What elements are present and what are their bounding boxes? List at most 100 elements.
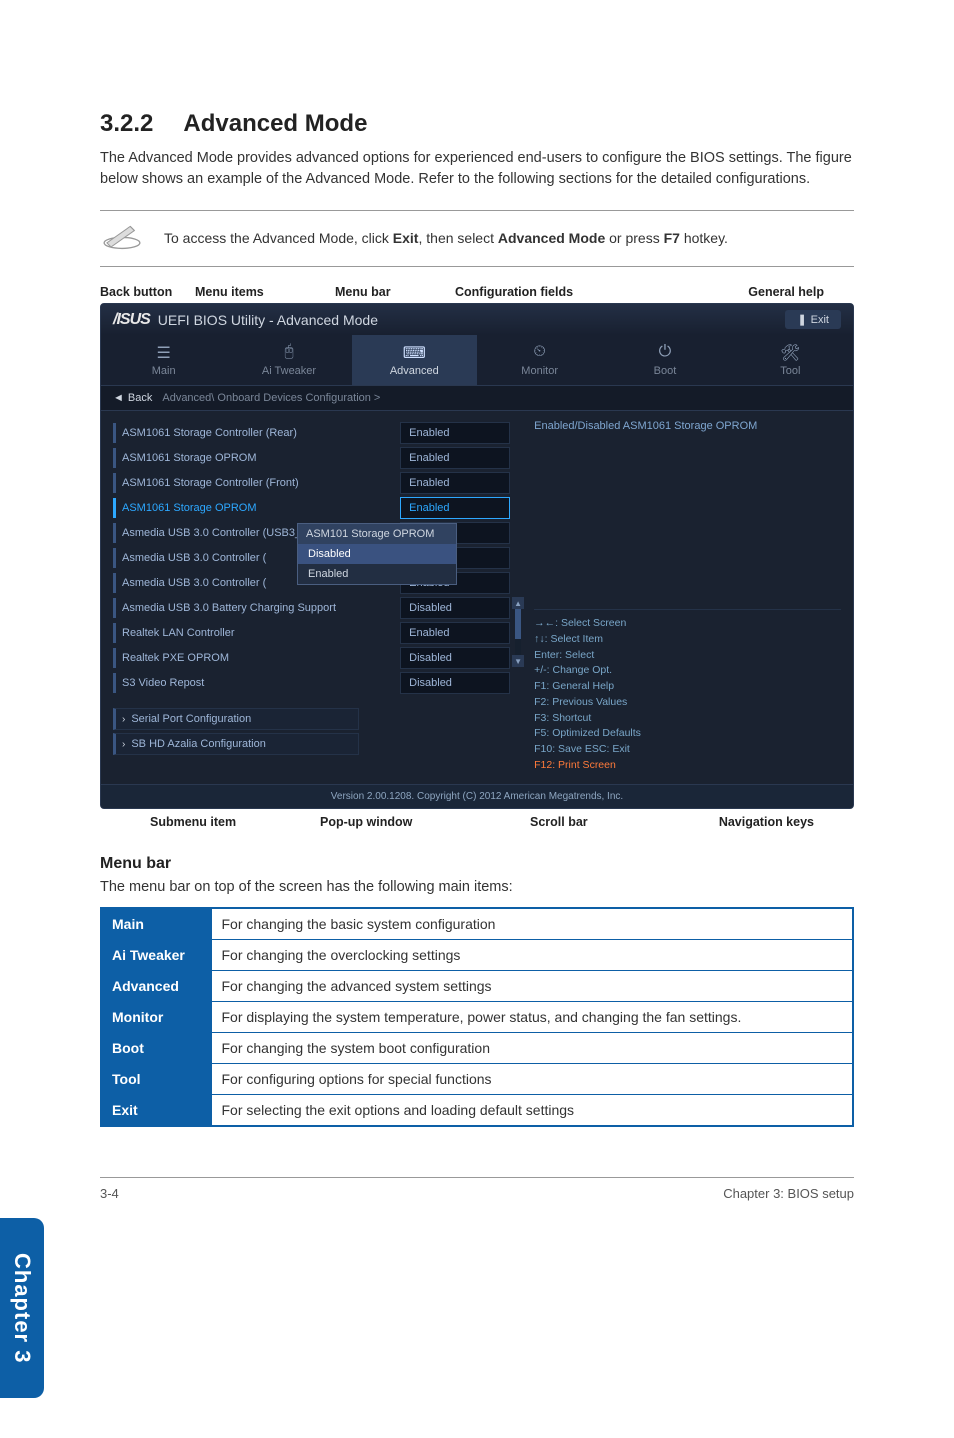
table-key: Main: [101, 908, 211, 940]
config-row[interactable]: Realtek PXE OPROMDisabled: [113, 647, 510, 669]
tab-ai-tweaker[interactable]: 🖰 Ai Tweaker: [226, 335, 351, 385]
back-label: Back: [128, 392, 152, 404]
bios-screenshot: /ISUS UEFI BIOS Utility - Advanced Mode …: [100, 303, 854, 809]
section-title: Advanced Mode: [183, 110, 367, 137]
table-row: BootFor changing the system boot configu…: [101, 1032, 853, 1063]
config-value[interactable]: Disabled: [400, 672, 510, 694]
tweaker-icon: 🖰: [230, 343, 347, 361]
table-row: MainFor changing the basic system config…: [101, 908, 853, 940]
table-val: For changing the advanced system setting…: [211, 970, 853, 1001]
label-scroll-bar: Scroll bar: [470, 815, 630, 829]
tab-advanced[interactable]: ⌨ Advanced: [352, 335, 477, 385]
table-row: Ai TweakerFor changing the overclocking …: [101, 939, 853, 970]
chapter-title-footer: Chapter 3: BIOS setup: [723, 1186, 854, 1201]
tab-boot[interactable]: ⏻ Boot: [602, 335, 727, 385]
breadcrumb-bar: ◄ Back Advanced\ Onboard Devices Configu…: [101, 386, 853, 411]
note-callout: To access the Advanced Mode, click Exit,…: [100, 210, 854, 267]
nav-key-line: +/-: Change Opt.: [534, 663, 841, 679]
table-key: Monitor: [101, 1001, 211, 1032]
nav-key-line: F2: Previous Values: [534, 695, 841, 711]
config-label: ASM1061 Storage Controller (Front): [113, 473, 400, 493]
nav-key-line: F10: Save ESC: Exit: [534, 742, 841, 758]
tab-tool[interactable]: 🛠Tool: [728, 335, 853, 385]
config-value[interactable]: Disabled: [400, 597, 510, 619]
table-val: For selecting the exit options and loadi…: [211, 1094, 853, 1126]
scroll-track[interactable]: [515, 609, 521, 655]
help-text: Enabled/Disabled ASM1061 Storage OPROM: [534, 419, 841, 539]
pencil-note-icon: [100, 221, 144, 256]
nav-key-line: F5: Optimized Defaults: [534, 726, 841, 742]
label-menu-items: Menu items: [195, 285, 335, 299]
config-row[interactable]: ASM1061 Storage Controller (Rear)Enabled: [113, 422, 510, 444]
table-row: ToolFor configuring options for special …: [101, 1063, 853, 1094]
config-value[interactable]: Enabled: [400, 422, 510, 444]
bios-titlebar: /ISUS UEFI BIOS Utility - Advanced Mode …: [101, 304, 853, 335]
asus-logo: /ISUS: [113, 311, 150, 329]
tab-main[interactable]: ☰Main: [101, 335, 226, 385]
config-row[interactable]: ASM1061 Storage Controller (Front)Enable…: [113, 472, 510, 494]
back-button[interactable]: ◄ Back: [113, 392, 152, 404]
chevron-right-icon: ›: [122, 714, 125, 725]
table-row: AdvancedFor changing the advanced system…: [101, 970, 853, 1001]
tab-label: Boot: [654, 365, 677, 377]
label-menu-bar: Menu bar: [335, 285, 455, 299]
tab-label: Advanced: [390, 365, 439, 377]
config-label: ASM1061 Storage Controller (Rear): [113, 423, 400, 443]
table-key: Ai Tweaker: [101, 939, 211, 970]
config-row[interactable]: ASM1061 Storage OPROMEnabled: [113, 497, 510, 519]
table-key: Tool: [101, 1063, 211, 1094]
popup-option[interactable]: Disabled: [298, 544, 456, 564]
config-value[interactable]: Enabled: [400, 497, 510, 519]
bios-footer: Version 2.00.1208. Copyright (C) 2012 Am…: [101, 784, 853, 808]
config-label: Realtek LAN Controller: [113, 623, 400, 643]
submenu-item[interactable]: ›Serial Port Configuration: [113, 708, 359, 730]
page-footer: 3-4 Chapter 3: BIOS setup: [100, 1177, 854, 1201]
bios-config-panel: ASM1061 Storage Controller (Rear)Enabled…: [101, 411, 522, 784]
scroll-thumb[interactable]: [515, 609, 521, 639]
section-number: 3.2.2: [100, 110, 153, 138]
popup-window: ASM101 Storage OPROM Disabled Enabled: [297, 523, 457, 585]
config-value[interactable]: Enabled: [400, 622, 510, 644]
config-label: S3 Video Repost: [113, 673, 400, 693]
label-navigation-keys: Navigation keys: [630, 815, 854, 829]
config-row[interactable]: Realtek LAN ControllerEnabled: [113, 622, 510, 644]
popup-option[interactable]: Enabled: [298, 564, 456, 584]
menubar-table: MainFor changing the basic system config…: [100, 907, 854, 1127]
nav-key-line: ↑↓: Select Item: [534, 632, 841, 648]
intro-paragraph: The Advanced Mode provides advanced opti…: [100, 148, 854, 190]
table-val: For configuring options for special func…: [211, 1063, 853, 1094]
table-key: Exit: [101, 1094, 211, 1126]
config-value[interactable]: Enabled: [400, 447, 510, 469]
bottom-callout-labels: Submenu item Pop-up window Scroll bar Na…: [100, 815, 854, 829]
tab-label: Ai Tweaker: [262, 365, 316, 377]
chapter-side-tab: Chapter 3: [0, 1218, 44, 1398]
config-row[interactable]: ASM1061 Storage OPROMEnabled: [113, 447, 510, 469]
power-icon: ⏻: [606, 343, 723, 361]
config-value[interactable]: Enabled: [400, 472, 510, 494]
table-row: ExitFor selecting the exit options and l…: [101, 1094, 853, 1126]
config-label: ASM1061 Storage OPROM: [113, 498, 400, 518]
tab-monitor[interactable]: ⏲Monitor: [477, 335, 602, 385]
config-label: ASM1061 Storage OPROM: [113, 448, 400, 468]
config-value[interactable]: Disabled: [400, 647, 510, 669]
table-val: For displaying the system temperature, p…: [211, 1001, 853, 1032]
breadcrumb-path: Advanced\ Onboard Devices Configuration …: [162, 392, 380, 404]
label-popup-window: Pop-up window: [260, 815, 470, 829]
nav-key-line: F3: Shortcut: [534, 711, 841, 727]
config-label: Realtek PXE OPROM: [113, 648, 400, 668]
exit-button[interactable]: ❚ Exit: [785, 310, 841, 329]
table-val: For changing the overclocking settings: [211, 939, 853, 970]
popup-title: ASM101 Storage OPROM: [298, 524, 456, 544]
submenu-item[interactable]: ›SB HD Azalia Configuration: [113, 733, 359, 755]
chevron-right-icon: ›: [122, 739, 125, 750]
table-key: Advanced: [101, 970, 211, 1001]
bios-help-panel: Enabled/Disabled ASM1061 Storage OPROM →…: [522, 411, 853, 784]
config-row[interactable]: S3 Video RepostDisabled: [113, 672, 510, 694]
navigation-keys: →←: Select Screen ↑↓: Select Item Enter:…: [534, 609, 841, 774]
table-val: For changing the system boot configurati…: [211, 1032, 853, 1063]
config-row[interactable]: Asmedia USB 3.0 Battery Charging Support…: [113, 597, 510, 619]
advanced-icon: ⌨: [356, 343, 473, 361]
list-icon: ☰: [105, 343, 222, 361]
bios-utility-title: UEFI BIOS Utility - Advanced Mode: [158, 312, 378, 328]
tab-label: Monitor: [521, 365, 558, 377]
